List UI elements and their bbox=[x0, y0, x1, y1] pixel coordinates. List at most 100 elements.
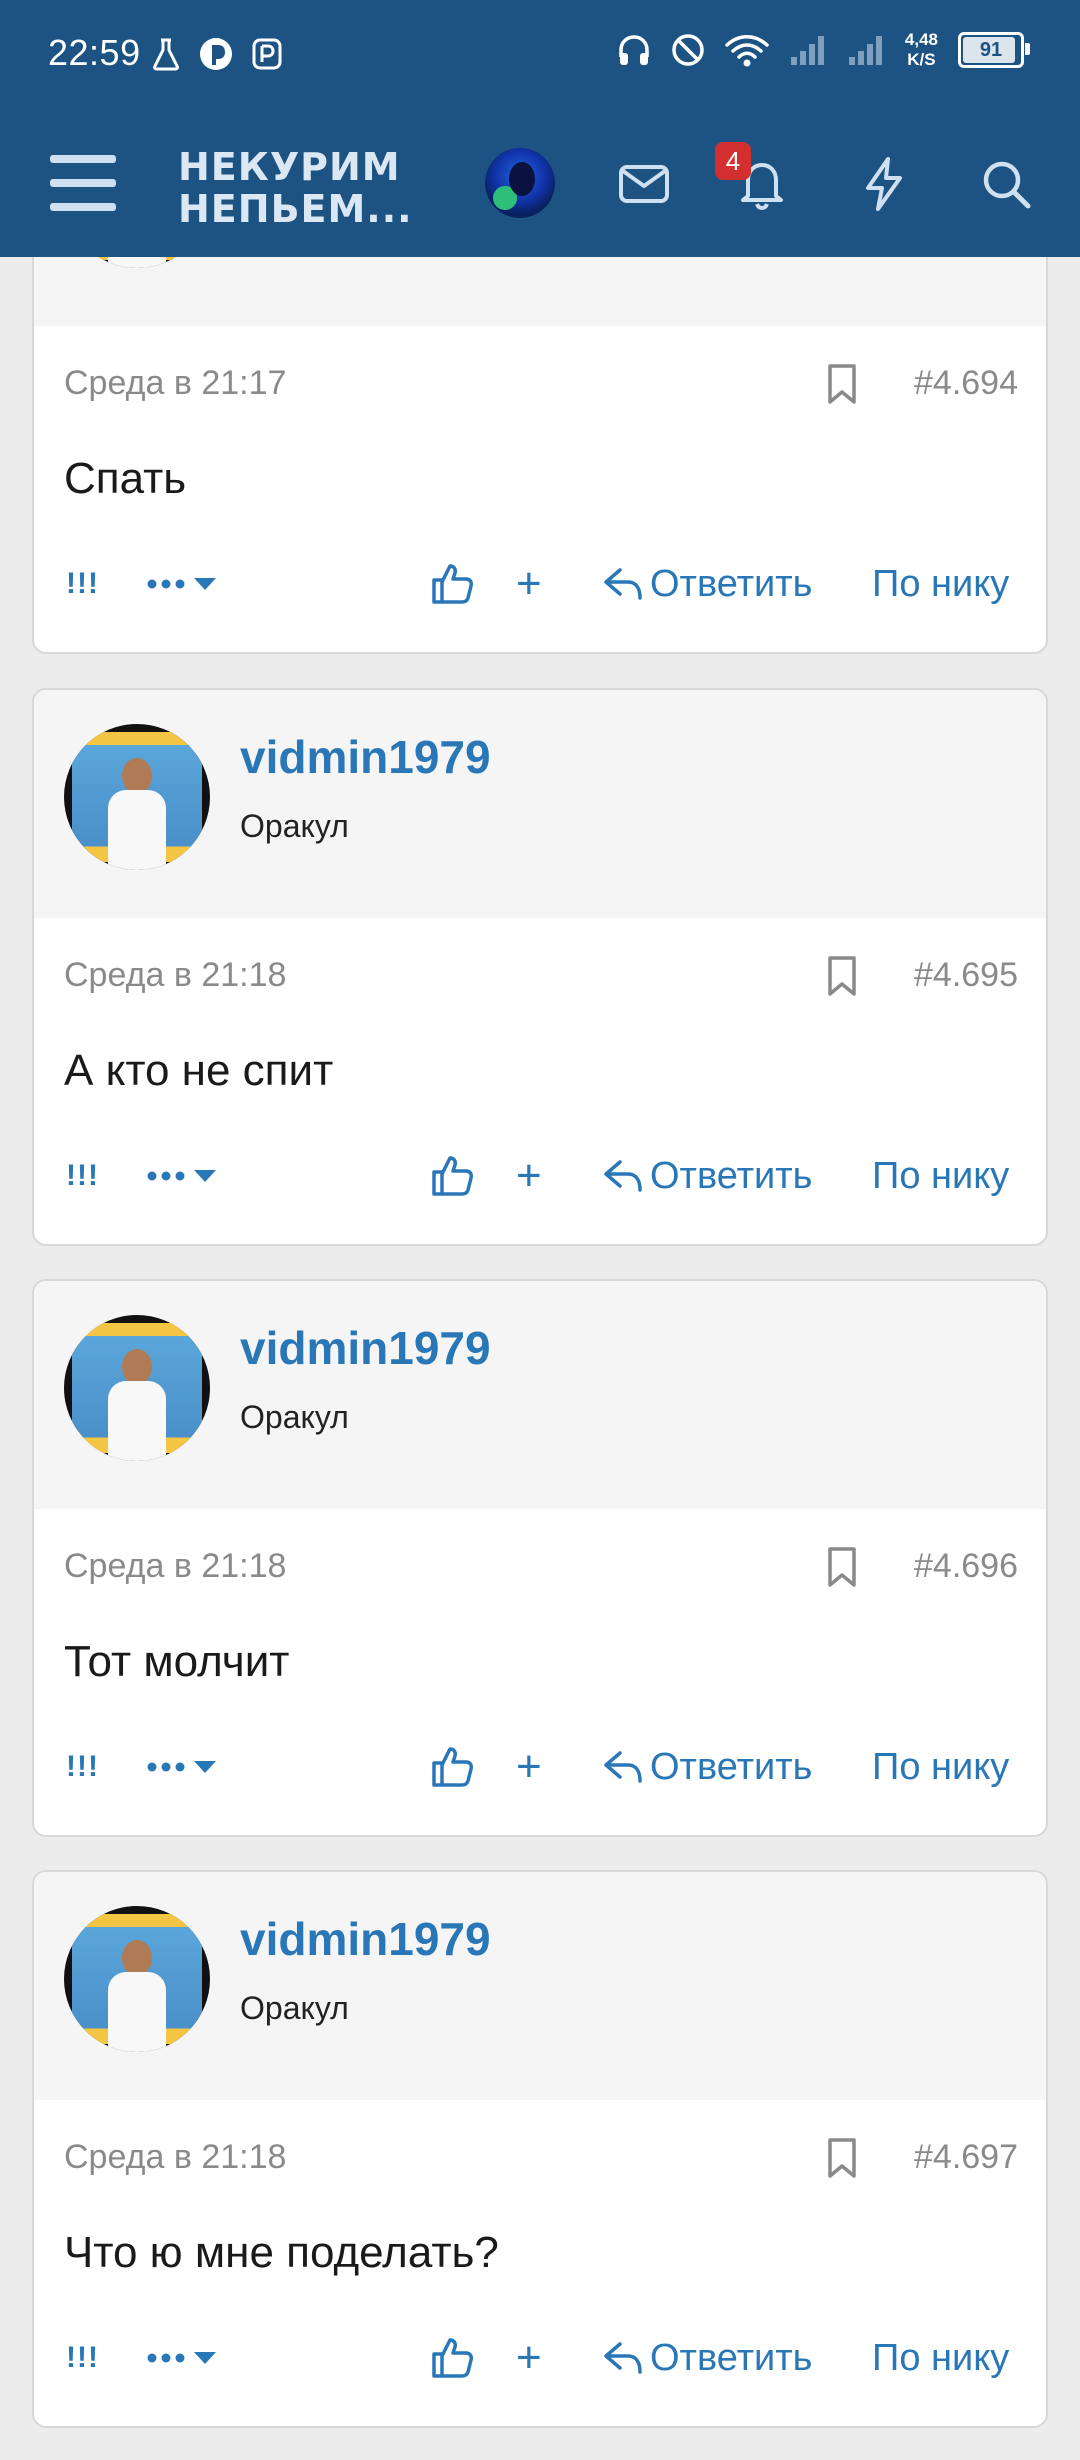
user-avatar[interactable] bbox=[485, 148, 555, 218]
by-nick-button[interactable]: По нику bbox=[872, 1146, 1009, 1206]
author-name[interactable]: vidmin1979 bbox=[240, 1912, 491, 1966]
network-speed-unit: K/S bbox=[907, 50, 936, 69]
author-avatar[interactable] bbox=[64, 1315, 210, 1461]
search-button[interactable] bbox=[974, 152, 1038, 216]
logo-line-2: НЕПЬЕМ... bbox=[178, 187, 413, 231]
author-avatar[interactable] bbox=[64, 724, 210, 870]
reply-label: Ответить bbox=[650, 2336, 813, 2379]
reply-arrow-icon bbox=[604, 1160, 642, 1192]
post-card: vidmin1979 Оракул Среда в 21:18 #4.695 А… bbox=[32, 688, 1048, 1246]
post-date[interactable]: Среда в 21:18 bbox=[64, 956, 286, 995]
author-name[interactable]: vidmin1979 bbox=[240, 1321, 491, 1375]
menu-icon[interactable] bbox=[50, 155, 116, 211]
post-number[interactable]: #4.697 bbox=[914, 2138, 1018, 2177]
report-button[interactable]: !!! bbox=[66, 1737, 99, 1797]
more-menu-button[interactable] bbox=[146, 1737, 226, 1797]
add-reaction-button[interactable]: + bbox=[516, 554, 542, 614]
signal-icon-2 bbox=[848, 36, 882, 65]
reply-arrow-icon bbox=[604, 568, 642, 600]
post-actions: !!! + Ответить По нику bbox=[34, 1737, 1046, 1797]
status-bar: 22:59 4,48 K/S 91 bbox=[0, 0, 1080, 110]
like-button[interactable] bbox=[428, 1737, 476, 1797]
more-dots-icon bbox=[147, 1761, 216, 1773]
post-author-header: vidmin1979 Оракул bbox=[34, 690, 1046, 918]
add-reaction-button[interactable]: + bbox=[516, 2328, 542, 2388]
author-rank: Оракул bbox=[240, 1990, 349, 2026]
more-dots-icon bbox=[147, 1170, 216, 1182]
reply-button[interactable]: Ответить bbox=[602, 554, 812, 614]
post-actions: !!! + Ответить По нику bbox=[34, 2328, 1046, 2388]
more-menu-button[interactable] bbox=[146, 554, 226, 614]
post-feed: Среда в 21:17 #4.694 Спать !!! + Ответит… bbox=[0, 0, 1080, 2460]
post-number[interactable]: #4.694 bbox=[914, 364, 1018, 403]
report-button[interactable]: !!! bbox=[66, 554, 99, 614]
more-dots-icon bbox=[147, 2352, 216, 2364]
post-actions: !!! + Ответить По нику bbox=[34, 1146, 1046, 1206]
wifi-icon bbox=[725, 35, 769, 67]
add-reaction-button[interactable]: + bbox=[516, 1737, 542, 1797]
post-actions: !!! + Ответить По нику bbox=[34, 554, 1046, 614]
post-card: vidmin1979 Оракул Среда в 21:18 #4.696 Т… bbox=[32, 1279, 1048, 1837]
author-name[interactable]: vidmin1979 bbox=[240, 730, 491, 784]
bookmark-icon[interactable] bbox=[822, 2136, 862, 2180]
network-speed-value: 4,48 bbox=[904, 30, 938, 49]
post-body: Среда в 21:18 #4.695 А кто не спит !!! +… bbox=[34, 918, 1046, 1244]
post-author-header: vidmin1979 Оракул bbox=[34, 1281, 1046, 1509]
post-body: Среда в 21:18 #4.696 Тот молчит !!! + От… bbox=[34, 1509, 1046, 1835]
site-logo[interactable]: НЕКУРИМ НЕПЬЕМ... bbox=[178, 146, 413, 230]
author-avatar[interactable] bbox=[64, 1906, 210, 2052]
thumbs-up-icon bbox=[432, 1156, 473, 1196]
search-icon bbox=[983, 161, 1031, 209]
app-notification-icon bbox=[200, 38, 232, 70]
battery-level: 91 bbox=[979, 38, 1003, 61]
more-menu-button[interactable] bbox=[146, 1146, 226, 1206]
reply-label: Ответить bbox=[650, 1154, 813, 1197]
lightning-icon bbox=[866, 157, 902, 211]
add-reaction-button[interactable]: + bbox=[516, 1146, 542, 1206]
like-button[interactable] bbox=[428, 554, 476, 614]
reply-arrow-icon bbox=[604, 1751, 642, 1783]
more-dots-icon bbox=[147, 578, 216, 590]
bookmark-icon[interactable] bbox=[822, 954, 862, 998]
logo-line-1: НЕКУРИМ bbox=[178, 145, 401, 189]
post-message: А кто не спит bbox=[64, 1046, 334, 1095]
thumbs-up-icon bbox=[432, 2338, 473, 2378]
by-nick-button[interactable]: По нику bbox=[872, 554, 1009, 614]
post-message: Тот молчит bbox=[64, 1637, 290, 1686]
reply-arrow-icon bbox=[604, 2342, 642, 2374]
post-number[interactable]: #4.696 bbox=[914, 1547, 1018, 1586]
status-left-icons bbox=[152, 36, 282, 72]
like-button[interactable] bbox=[428, 1146, 476, 1206]
bookmark-icon[interactable] bbox=[822, 362, 862, 406]
post-number[interactable]: #4.695 bbox=[914, 956, 1018, 995]
report-button[interactable]: !!! bbox=[66, 1146, 99, 1206]
post-message: Что ю мне поделать? bbox=[64, 2228, 499, 2277]
reply-button[interactable]: Ответить bbox=[602, 1737, 812, 1797]
post-author-header: vidmin1979 Оракул bbox=[34, 1872, 1046, 2100]
post-body: Среда в 21:18 #4.697 Что ю мне поделать?… bbox=[34, 2100, 1046, 2426]
post-body: Среда в 21:17 #4.694 Спать !!! + Ответит… bbox=[34, 326, 1046, 652]
by-nick-button[interactable]: По нику bbox=[872, 2328, 1009, 2388]
whats-new-button[interactable] bbox=[852, 152, 916, 216]
bookmark-icon[interactable] bbox=[822, 1545, 862, 1589]
flask-icon bbox=[153, 38, 179, 71]
reply-button[interactable]: Ответить bbox=[602, 1146, 812, 1206]
reply-button[interactable]: Ответить bbox=[602, 2328, 812, 2388]
parking-app-icon bbox=[252, 38, 282, 70]
top-header: 22:59 4,48 K/S 91 НЕКУРИМ НЕПЬЕМ... 4 bbox=[0, 0, 1080, 257]
inbox-button[interactable] bbox=[612, 152, 676, 216]
reply-label: Ответить bbox=[650, 1745, 813, 1788]
post-date[interactable]: Среда в 21:18 bbox=[64, 1547, 286, 1586]
thumbs-up-icon bbox=[432, 1747, 473, 1787]
headphones-icon bbox=[619, 35, 649, 65]
post-date[interactable]: Среда в 21:18 bbox=[64, 2138, 286, 2177]
signal-icon-1 bbox=[790, 36, 824, 65]
envelope-icon bbox=[619, 165, 669, 203]
post-card: vidmin1979 Оракул Среда в 21:18 #4.697 Ч… bbox=[32, 1870, 1048, 2428]
like-button[interactable] bbox=[428, 2328, 476, 2388]
by-nick-button[interactable]: По нику bbox=[872, 1737, 1009, 1797]
report-button[interactable]: !!! bbox=[66, 2328, 99, 2388]
more-menu-button[interactable] bbox=[146, 2328, 226, 2388]
post-date[interactable]: Среда в 21:17 bbox=[64, 364, 286, 403]
app-bar: НЕКУРИМ НЕПЬЕМ... 4 bbox=[0, 110, 1080, 257]
